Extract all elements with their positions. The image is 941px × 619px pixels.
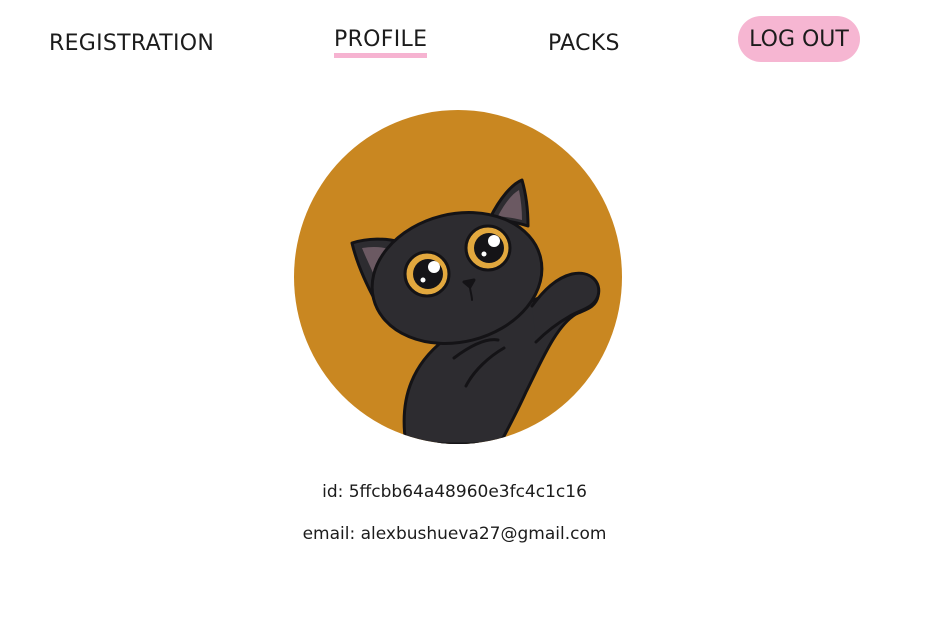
black-cat-avatar-icon (294, 110, 622, 444)
profile-page: REGISTRATION PROFILE PACKS LOG OUT id: 5… (0, 0, 941, 619)
nav-link-packs[interactable]: PACKS (548, 31, 620, 56)
nav-link-profile-active[interactable]: PROFILE (334, 27, 428, 58)
user-id-text: id: 5ffcbb64a48960e3fc4c1c16 (322, 482, 587, 502)
nav-link-registration[interactable]: REGISTRATION (49, 31, 214, 56)
profile-avatar (294, 110, 622, 444)
user-email-text: email: alexbushueva27@gmail.com (302, 524, 607, 544)
logout-button[interactable]: LOG OUT (738, 16, 860, 62)
